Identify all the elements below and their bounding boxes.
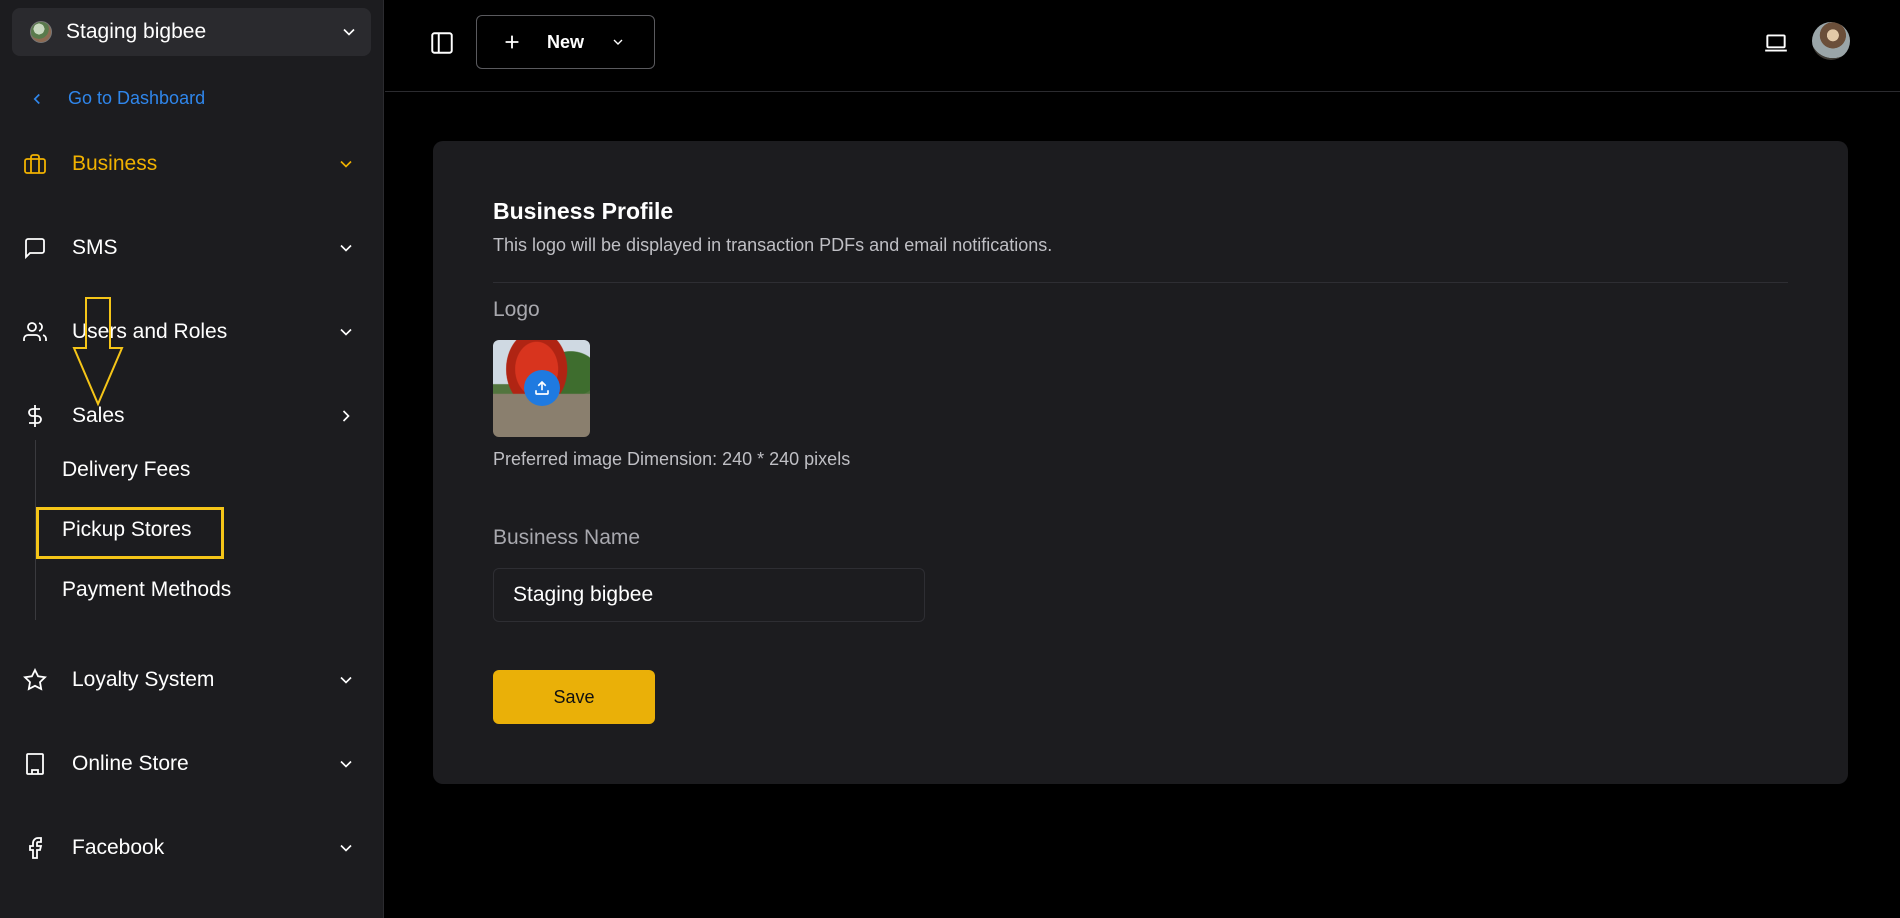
app-root: Staging bigbee Go to Dashboard Business … (0, 0, 1900, 918)
star-icon (22, 667, 48, 693)
chevron-down-icon (340, 760, 352, 768)
business-name-input[interactable] (493, 568, 925, 622)
chevron-down-icon (343, 28, 355, 36)
workspace-avatar (30, 21, 52, 43)
upload-button[interactable] (524, 370, 560, 406)
page-title: Business Profile (493, 198, 674, 224)
top-bar: New (385, 0, 1900, 92)
message-icon (22, 235, 48, 261)
chevron-down-icon (340, 328, 352, 336)
sidebar-item-business[interactable]: Business (22, 144, 362, 184)
chevron-left-icon (33, 93, 40, 104)
sidebar-item-label: Online Store (72, 752, 189, 775)
building-icon (22, 751, 48, 777)
users-icon (22, 319, 48, 345)
page-subtitle: This logo will be displayed in transacti… (493, 235, 1053, 255)
laptop-icon[interactable] (1763, 30, 1789, 56)
sidebar-subitem-payment-methods[interactable]: Payment Methods (62, 578, 231, 602)
user-avatar[interactable] (1812, 22, 1850, 60)
sidebar-item-facebook[interactable]: Facebook (22, 828, 362, 868)
logo-label: Logo (493, 298, 540, 321)
go-to-dashboard-link[interactable]: Go to Dashboard (28, 88, 205, 109)
new-button[interactable]: New (476, 15, 655, 69)
sidebar-item-sms[interactable]: SMS (22, 228, 362, 268)
sidebar-item-label: Facebook (72, 836, 165, 859)
sidebar-item-label: Loyalty System (72, 668, 215, 691)
business-profile-card: Business Profile This logo will be displ… (433, 141, 1848, 784)
annotation-highlight-box (36, 507, 224, 559)
dollar-icon (22, 403, 48, 429)
workspace-name: Staging bigbee (66, 20, 207, 43)
sidebar-subitem-delivery-fees[interactable]: Delivery Fees (62, 458, 190, 482)
logo-image[interactable] (493, 340, 590, 437)
chevron-down-icon (340, 244, 352, 252)
business-name-label: Business Name (493, 526, 641, 549)
sidebar-item-label: Business (72, 152, 158, 175)
sidebar-toggle-icon[interactable] (429, 30, 455, 56)
chevron-down-icon (340, 676, 352, 684)
divider (493, 282, 1788, 283)
sidebar-item-loyalty-system[interactable]: Loyalty System (22, 660, 362, 700)
go-to-dashboard-label: Go to Dashboard (68, 88, 206, 108)
workspace-switcher[interactable]: Staging bigbee (12, 8, 371, 56)
chevron-down-icon (340, 844, 352, 852)
sidebar-item-online-store[interactable]: Online Store (22, 744, 362, 784)
briefcase-icon (22, 151, 48, 177)
new-button-label: New (547, 31, 585, 52)
save-button[interactable]: Save (493, 670, 655, 724)
plus-icon (505, 35, 519, 49)
upload-icon (535, 380, 549, 395)
chevron-down-icon (340, 160, 352, 168)
chevron-right-icon (342, 410, 350, 422)
sidebar: Staging bigbee Go to Dashboard Business … (0, 0, 384, 918)
annotation-arrow-down-icon (72, 297, 124, 407)
sidebar-item-label: SMS (72, 236, 118, 259)
facebook-icon (22, 835, 48, 861)
preferred-dimension-hint: Preferred image Dimension: 240 * 240 pix… (493, 449, 851, 469)
chevron-down-icon (613, 39, 623, 45)
